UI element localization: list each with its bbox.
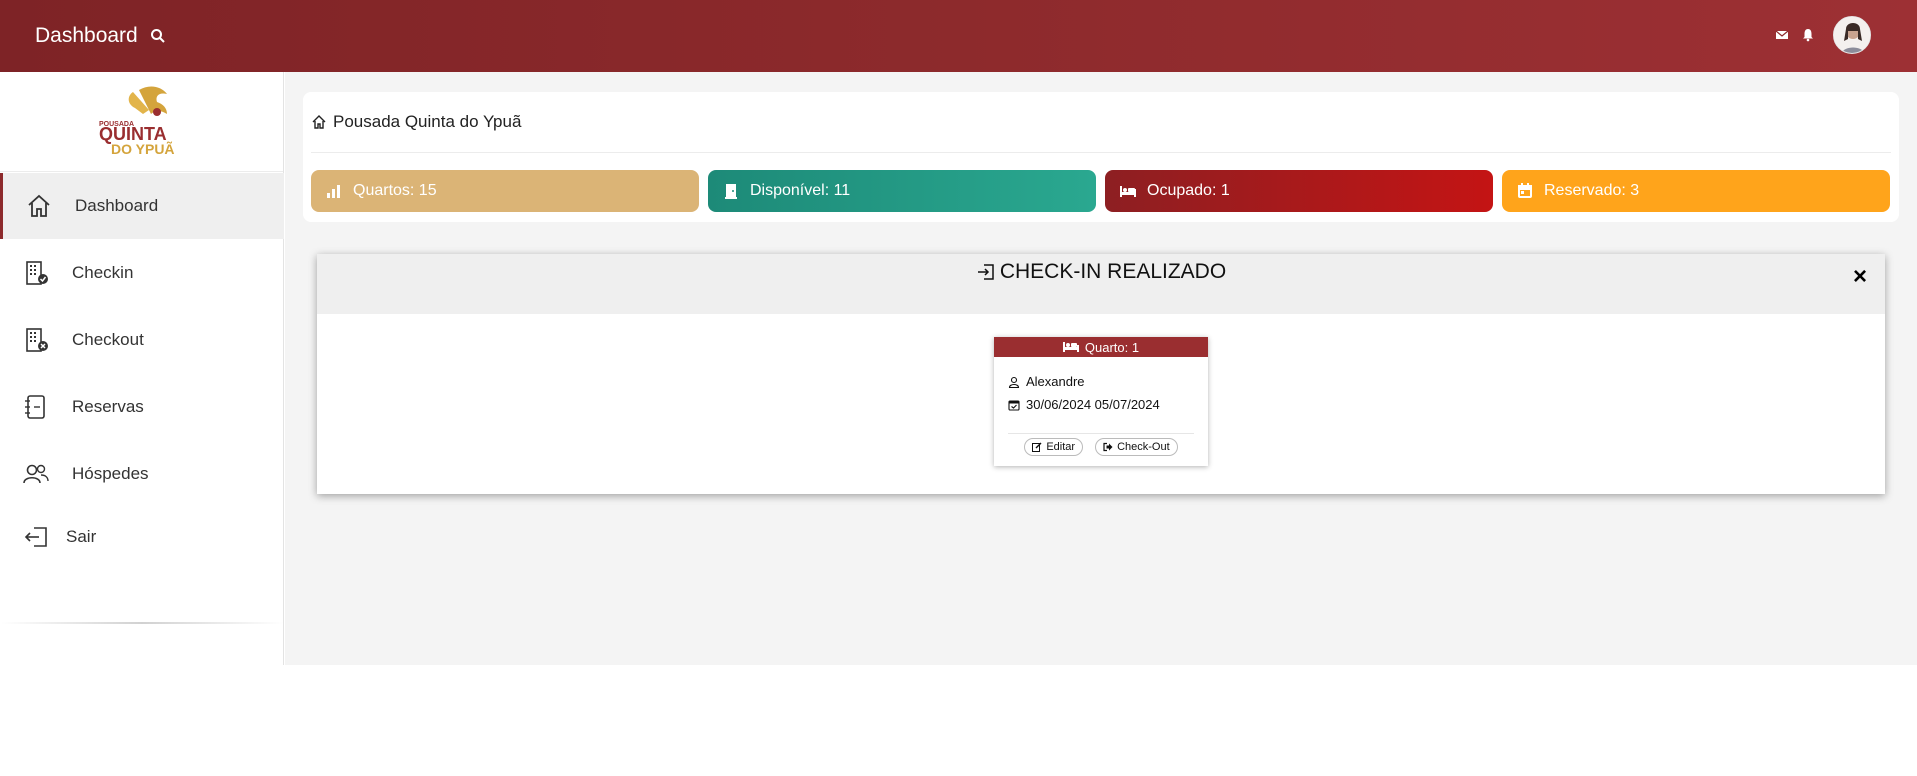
bar-chart-icon xyxy=(325,182,343,200)
sidebar-item-sair[interactable]: Sair xyxy=(0,504,284,570)
modal-title: CHECK-IN REALIZADO xyxy=(317,260,1885,284)
door-icon xyxy=(722,182,740,200)
stat-label: Quartos: 15 xyxy=(353,182,437,199)
close-button[interactable]: × xyxy=(1849,263,1871,290)
sidebar-divider xyxy=(0,622,284,624)
edit-label: Editar xyxy=(1046,441,1076,453)
edit-button[interactable]: Editar xyxy=(1024,438,1084,456)
sidebar-item-checkout[interactable]: Checkout xyxy=(0,307,284,373)
search-icon[interactable] xyxy=(150,28,166,44)
sidebar-item-reservas[interactable]: Reservas xyxy=(0,374,284,440)
modal-header: CHECK-IN REALIZADO × xyxy=(317,254,1885,314)
checkin-modal: CHECK-IN REALIZADO × Quarto: 1 Alexandre… xyxy=(317,254,1885,494)
sidebar: POUSADA QUINTA DO YPUÃ Dashboard Checkin… xyxy=(0,72,284,665)
building-x-icon xyxy=(22,326,50,354)
sidebar-item-label: Sair xyxy=(66,527,97,546)
people-icon xyxy=(22,460,50,488)
bed-icon xyxy=(1062,341,1079,353)
stat-label: Ocupado: 1 xyxy=(1147,182,1230,199)
stat-label: Reservado: 3 xyxy=(1544,182,1640,199)
notebook-icon xyxy=(22,393,50,421)
sidebar-item-label: Checkout xyxy=(72,330,144,349)
top-right-tools xyxy=(1775,16,1871,54)
room-card-header: Quarto: 1 xyxy=(994,337,1208,357)
summary-card: Pousada Quinta do Ypuã Quartos: 15 Dispo… xyxy=(303,92,1899,222)
sidebar-item-label: Dashboard xyxy=(75,196,159,215)
checkout-label: Check-Out xyxy=(1117,441,1170,453)
stat-ocupado: Ocupado: 1 xyxy=(1105,170,1493,212)
stay-dates: 30/06/2024 05/07/2024 xyxy=(1026,397,1160,412)
logo: POUSADA QUINTA DO YPUÃ xyxy=(0,72,283,172)
guest-row: Alexandre xyxy=(1008,374,1085,389)
home-icon xyxy=(311,114,327,130)
avatar[interactable] xyxy=(1833,16,1871,54)
sidebar-item-hospedes[interactable]: Hóspedes xyxy=(0,441,284,507)
envelope-icon[interactable] xyxy=(1775,28,1789,42)
top-bar: Dashboard xyxy=(0,0,1917,72)
edit-icon xyxy=(1032,442,1042,452)
checkout-button[interactable]: Check-Out xyxy=(1095,438,1178,456)
divider xyxy=(311,152,1891,153)
sidebar-item-label: Hóspedes xyxy=(72,464,149,483)
modal-title-text: CHECK-IN REALIZADO xyxy=(999,260,1227,283)
stat-reservado: Reservado: 3 xyxy=(1502,170,1890,212)
breadcrumb: Pousada Quinta do Ypuã xyxy=(311,112,521,132)
stat-disponivel: Disponível: 11 xyxy=(708,170,1096,212)
home-icon xyxy=(25,192,53,220)
room-card: Quarto: 1 Alexandre 30/06/2024 05/07/202… xyxy=(994,337,1208,466)
bed-icon xyxy=(1119,182,1137,200)
sidebar-item-dashboard[interactable]: Dashboard xyxy=(0,173,284,239)
svg-text:DO YPUÃ: DO YPUÃ xyxy=(111,140,175,157)
room-actions: Editar Check-Out xyxy=(994,438,1208,456)
page-title: Dashboard xyxy=(35,24,138,47)
logout-icon xyxy=(22,523,50,551)
dates-row: 30/06/2024 05/07/2024 xyxy=(1008,397,1160,412)
stat-quartos: Quartos: 15 xyxy=(311,170,699,212)
divider xyxy=(1008,433,1194,434)
bell-icon[interactable] xyxy=(1801,28,1815,42)
breadcrumb-label: Pousada Quinta do Ypuã xyxy=(333,112,522,131)
room-title: Quarto: 1 xyxy=(1084,339,1140,355)
building-check-icon xyxy=(22,259,50,287)
calendar-icon xyxy=(1516,182,1534,200)
sidebar-item-checkin[interactable]: Checkin xyxy=(0,240,284,306)
sidebar-item-label: Reservas xyxy=(72,397,144,416)
user-icon xyxy=(1008,376,1020,388)
sidebar-item-label: Checkin xyxy=(72,263,134,282)
stat-label: Disponível: 11 xyxy=(750,182,851,199)
guest-name: Alexandre xyxy=(1026,374,1085,389)
calendar-check-icon xyxy=(1008,399,1020,411)
sign-out-icon xyxy=(1103,442,1113,452)
login-icon xyxy=(976,262,996,282)
